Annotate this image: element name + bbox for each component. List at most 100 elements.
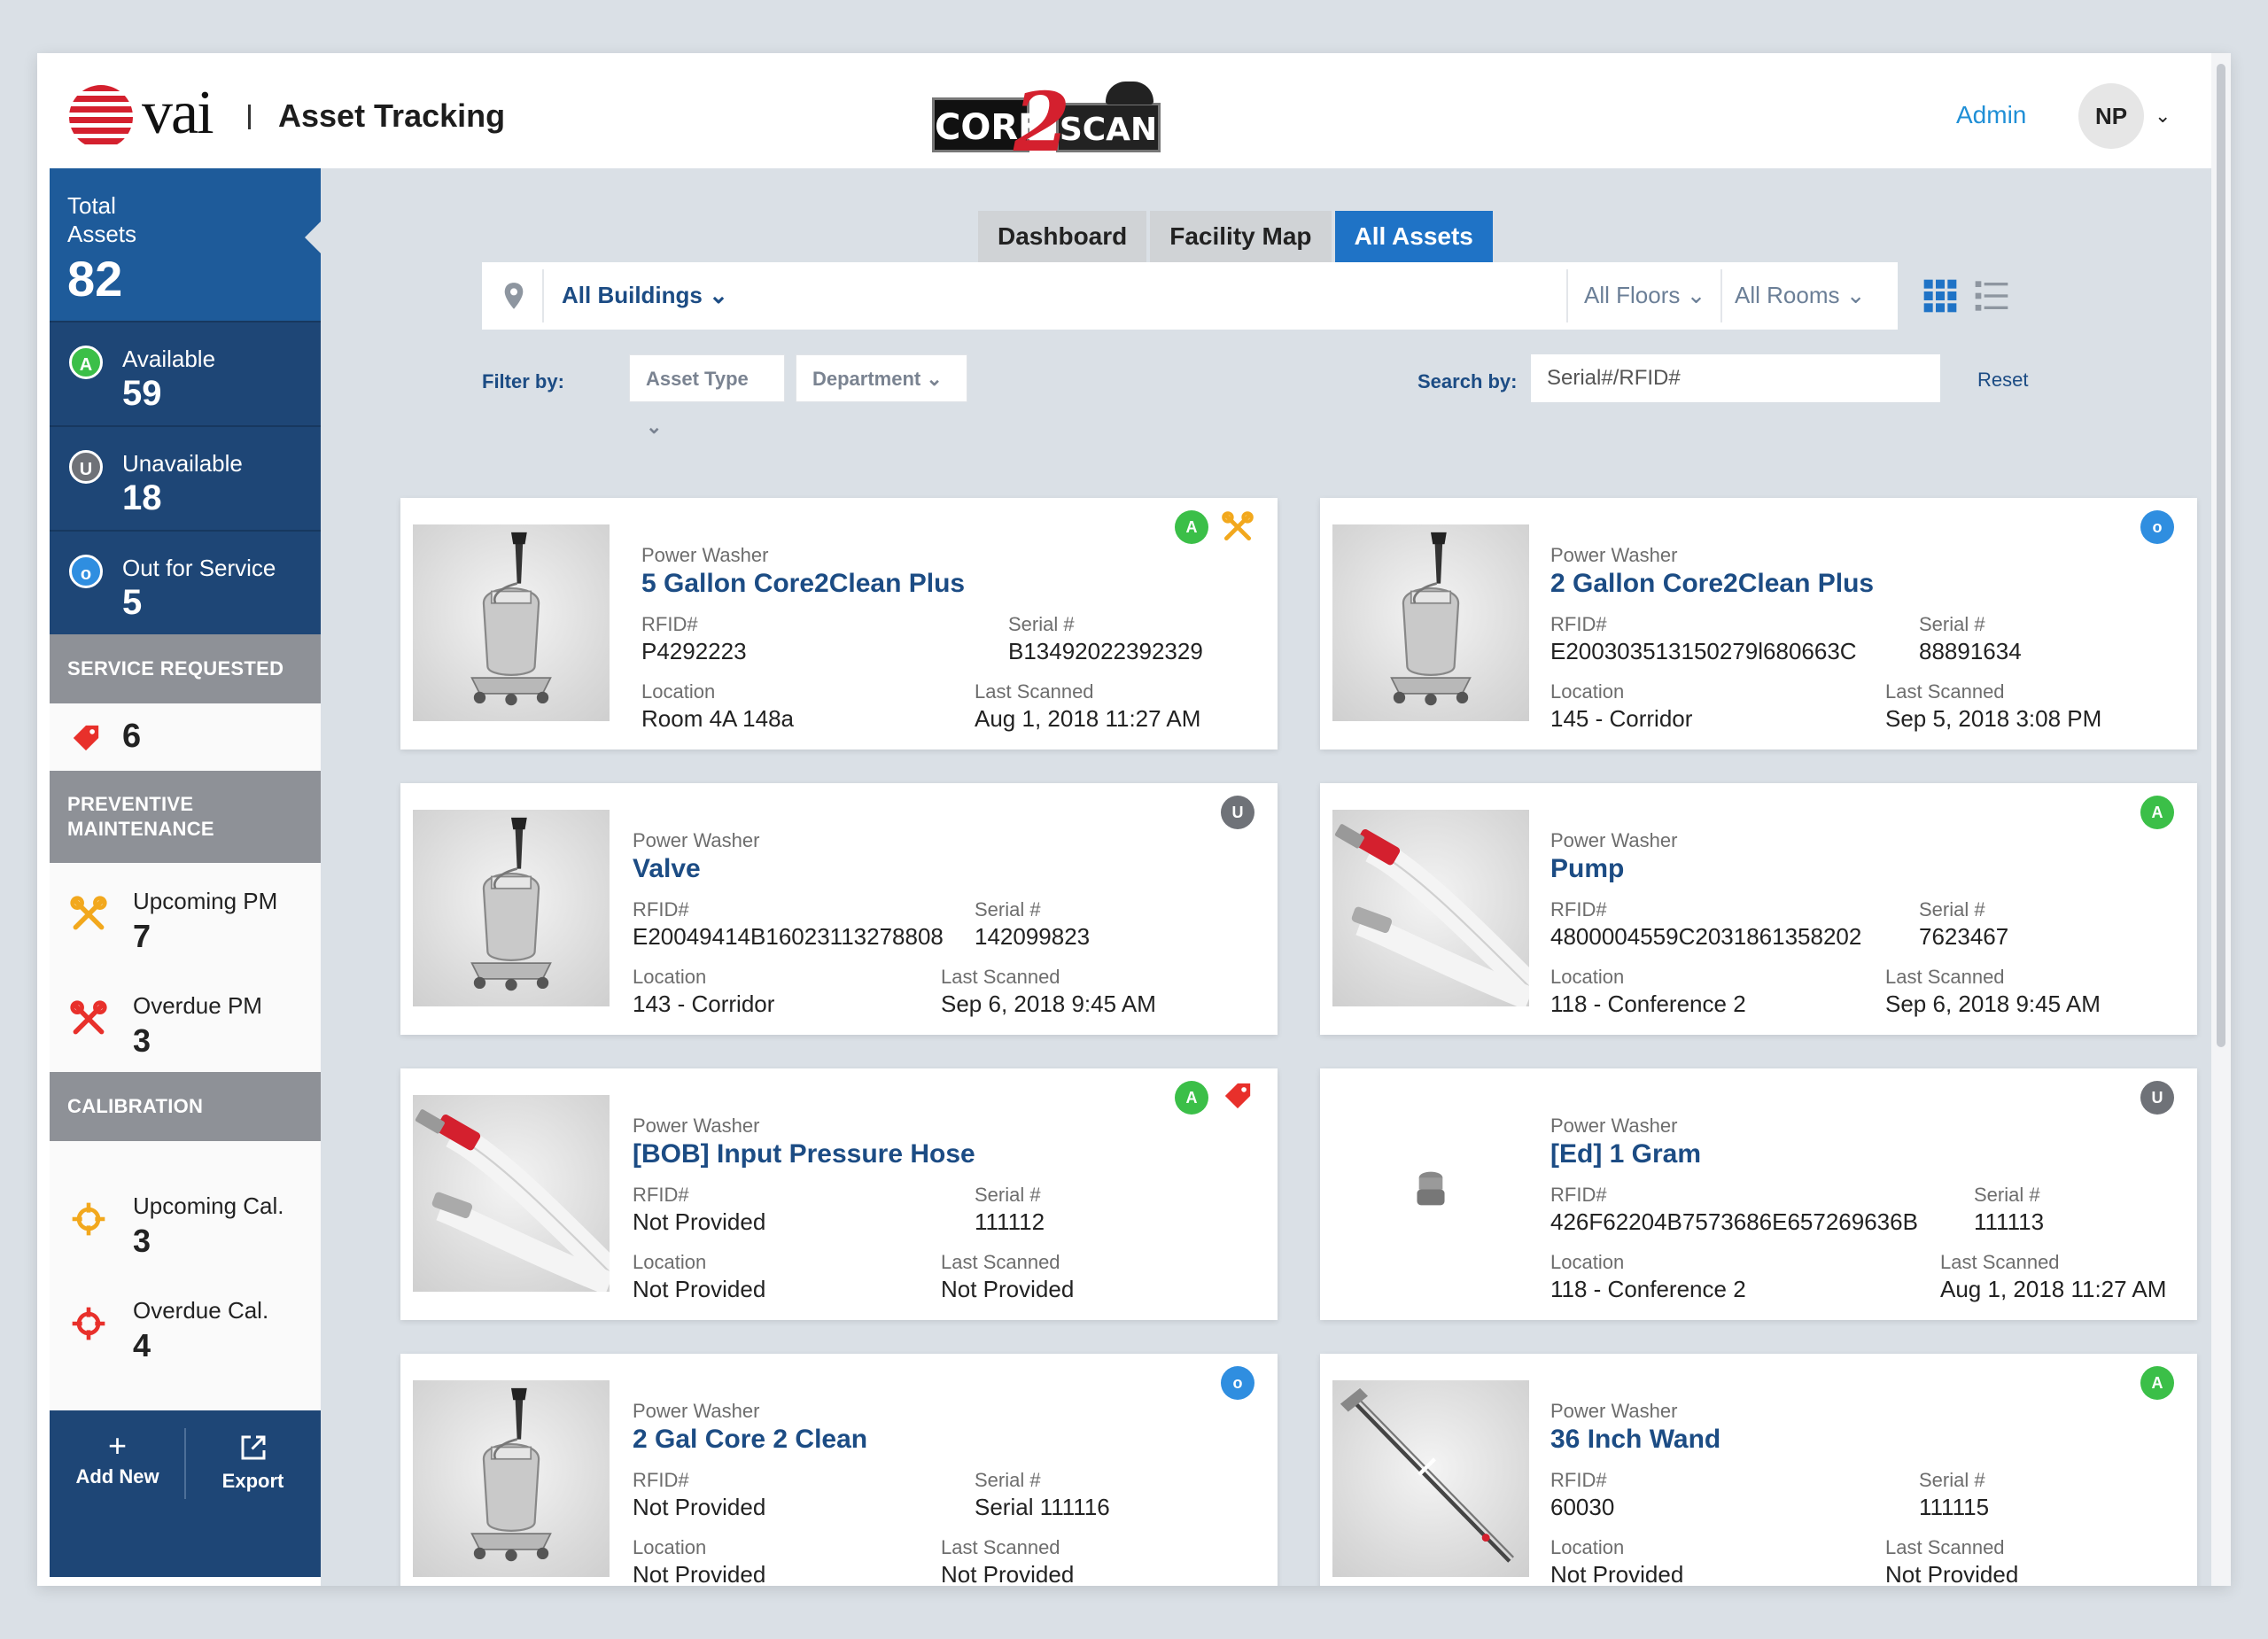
overdue-pm-label: Overdue PM xyxy=(133,992,262,1019)
asset-image-power-washer-tank[interactable] xyxy=(1332,524,1529,721)
asset-image-weight[interactable] xyxy=(1332,1095,1529,1292)
serial-label: Serial # xyxy=(1008,613,1075,635)
asset-name[interactable]: [Ed] 1 Gram xyxy=(1550,1139,1701,1169)
location-label: Location xyxy=(1550,1536,1625,1558)
floor-select[interactable]: All Floors ⌄ xyxy=(1584,282,1705,309)
plus-icon: + xyxy=(107,1427,128,1464)
rfid-value: 60030 xyxy=(1550,1494,1615,1520)
location-label: Location xyxy=(633,966,707,988)
asset-card[interactable]: Power Washer 2 Gal Core 2 Clean RFID# Not P… xyxy=(400,1354,1278,1586)
asset-name[interactable]: Valve xyxy=(633,854,701,884)
total-assets-label: Total Assets xyxy=(67,192,137,247)
asset-image-hose[interactable] xyxy=(413,1095,610,1292)
asset-card[interactable]: Power Washer [BOB] Input Pressure Hose RFI… xyxy=(400,1068,1278,1320)
asset-name[interactable]: 36 Inch Wand xyxy=(1550,1425,1720,1455)
upcoming-cal-label: Upcoming Cal. xyxy=(133,1192,284,1219)
asset-name[interactable]: [BOB] Input Pressure Hose xyxy=(633,1139,975,1169)
asset-type-dropdown[interactable]: Asset Type ⌄ xyxy=(629,354,785,438)
asset-card[interactable]: Power Washer Valve RFID# E20049414B16023113… xyxy=(400,783,1278,1035)
service-requested-row[interactable]: 6 xyxy=(50,703,321,771)
serial-rfid-search-input[interactable] xyxy=(1531,354,1940,402)
department-dropdown[interactable]: Department ⌄ xyxy=(796,354,967,402)
asset-image-power-washer-tank[interactable] xyxy=(413,1380,610,1577)
tag-icon[interactable] xyxy=(1221,1081,1254,1115)
asset-name[interactable]: Pump xyxy=(1550,854,1624,884)
wrench-icon[interactable] xyxy=(1221,510,1254,544)
asset-image-power-washer-tank[interactable] xyxy=(413,810,610,1006)
brand-logo-text[interactable]: vai xyxy=(142,78,214,149)
scrollbar-track[interactable] xyxy=(2211,53,2231,1586)
asset-card[interactable]: Power Washer 36 Inch Wand RFID# 60030 Serial… xyxy=(1320,1354,2197,1586)
view-tabs: Dashboard Facility Map All Assets xyxy=(978,211,1496,262)
total-assets-panel[interactable]: Total Assets 82 xyxy=(50,168,321,321)
building-select[interactable]: All Buildings ⌄ xyxy=(562,282,728,309)
top-header: vai Asset Tracking CORE SCAN 2 Admin NP … xyxy=(37,53,2211,168)
rfid-label: RFID# xyxy=(633,1184,689,1206)
room-select-value: All Rooms xyxy=(1735,282,1840,308)
location-label: Location xyxy=(1550,966,1625,988)
scrollbar-thumb[interactable] xyxy=(2217,64,2225,1047)
serial-label: Serial # xyxy=(1919,898,1985,920)
last-scanned-label: Last Scanned xyxy=(975,680,1094,703)
location-label: Location xyxy=(1550,1251,1625,1273)
room-select[interactable]: All Rooms ⌄ xyxy=(1735,282,1866,309)
asset-name[interactable]: 2 Gal Core 2 Clean xyxy=(633,1425,867,1455)
tag-icon xyxy=(73,725,99,751)
status-badge[interactable]: o xyxy=(1221,1366,1254,1400)
service-requested-value: 6 xyxy=(122,718,142,755)
status-badge[interactable]: A xyxy=(2140,796,2174,829)
location-label: Location xyxy=(641,680,716,703)
asset-image-power-washer-tank[interactable] xyxy=(413,524,610,721)
asset-type: Power Washer xyxy=(1550,544,1678,566)
vai-logo-icon[interactable] xyxy=(69,85,133,149)
status-badge[interactable]: o xyxy=(2140,510,2174,544)
asset-image-wand[interactable] xyxy=(1332,1380,1529,1577)
asset-card[interactable]: Power Washer [Ed] 1 Gram RFID# 426F62204B75… xyxy=(1320,1068,2197,1320)
asset-card[interactable]: Power Washer 2 Gallon Core2Clean Plus RFID… xyxy=(1320,498,2197,750)
out-for-service-stat[interactable]: o Out for Service 5 xyxy=(50,530,321,634)
grid-view-icon[interactable] xyxy=(1922,278,1958,314)
status-badge[interactable]: U xyxy=(1221,796,1254,829)
tab-dashboard[interactable]: Dashboard xyxy=(978,211,1147,262)
asset-card[interactable]: Power Washer 5 Gallon Core2Clean Plus RFID… xyxy=(400,498,1278,750)
overdue-pm-item[interactable]: Overdue PM 3 xyxy=(50,967,321,1070)
out-for-service-value: 5 xyxy=(122,583,143,622)
last-scanned-value: Sep 6, 2018 9:45 AM xyxy=(941,990,1156,1017)
available-value: 59 xyxy=(122,374,162,413)
add-new-button[interactable]: + Add New xyxy=(50,1428,185,1499)
app-title: Asset Tracking xyxy=(278,97,506,134)
sidebar: Total Assets 82 A Available 59 U Unavail… xyxy=(50,168,321,1577)
user-avatar[interactable]: NP xyxy=(2078,83,2144,149)
asset-name[interactable]: 5 Gallon Core2Clean Plus xyxy=(641,569,965,599)
header-divider xyxy=(248,105,251,129)
upcoming-cal-item[interactable]: Upcoming Cal. 3 xyxy=(50,1168,321,1270)
status-badge[interactable]: A xyxy=(2140,1366,2174,1400)
upcoming-pm-item[interactable]: Upcoming PM 7 xyxy=(50,863,321,966)
available-stat[interactable]: A Available 59 xyxy=(50,321,321,425)
chevron-down-icon[interactable]: ⌄ xyxy=(2155,105,2171,128)
serial-value: 111113 xyxy=(1974,1208,2045,1235)
available-status-icon: A xyxy=(69,346,103,379)
status-badge[interactable]: A xyxy=(1175,1081,1208,1115)
rfid-value: Not Provided xyxy=(633,1494,766,1520)
export-button[interactable]: Export xyxy=(185,1428,321,1499)
status-badge[interactable]: A xyxy=(1175,510,1208,544)
asset-name[interactable]: 2 Gallon Core2Clean Plus xyxy=(1550,569,1874,599)
tab-facility-map[interactable]: Facility Map xyxy=(1150,211,1332,262)
asset-image-hose[interactable] xyxy=(1332,810,1529,1006)
overdue-cal-item[interactable]: Overdue Cal. 4 xyxy=(50,1272,321,1375)
add-new-label: Add New xyxy=(75,1465,159,1488)
map-pin-icon xyxy=(504,283,524,309)
search-by-label: Search by: xyxy=(1418,370,1518,392)
tab-all-assets[interactable]: All Assets xyxy=(1334,211,1493,262)
unavailable-stat[interactable]: U Unavailable 18 xyxy=(50,425,321,530)
out-for-service-status-icon: o xyxy=(69,555,103,588)
list-view-icon[interactable] xyxy=(1974,278,2009,314)
reset-link[interactable]: Reset xyxy=(1977,369,2028,392)
admin-link[interactable]: Admin xyxy=(1956,101,2026,129)
asset-card[interactable]: Power Washer Pump RFID# 4800004559C20318613… xyxy=(1320,783,2197,1035)
unavailable-label: Unavailable xyxy=(122,450,243,477)
serial-value: 142099823 xyxy=(975,923,1091,950)
active-panel-pointer xyxy=(305,221,321,253)
status-badge[interactable]: U xyxy=(2140,1081,2174,1115)
